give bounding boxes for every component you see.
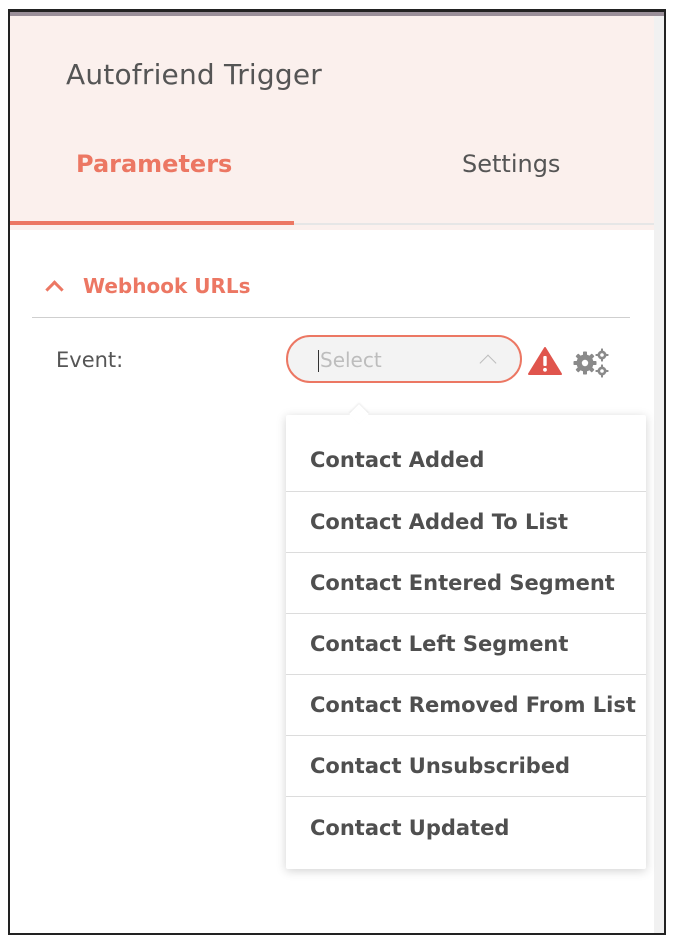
- event-select[interactable]: Select: [286, 335, 522, 383]
- event-dropdown-menu: Contact Added Contact Added To List Cont…: [286, 415, 646, 869]
- panel-header: Autofriend Trigger Parameters Settings: [10, 16, 654, 230]
- option-contact-removed-from-list[interactable]: Contact Removed From List: [286, 675, 646, 736]
- event-label: Event:: [56, 348, 124, 372]
- event-select-placeholder: Select: [320, 348, 382, 372]
- tab-parameters[interactable]: Parameters: [76, 150, 232, 178]
- option-contact-updated[interactable]: Contact Updated: [286, 797, 646, 869]
- warning-icon: [528, 347, 562, 375]
- scrollbar-track[interactable]: [654, 16, 664, 933]
- option-contact-left-segment[interactable]: Contact Left Segment: [286, 614, 646, 675]
- node-panel: Autofriend Trigger Parameters Settings W…: [8, 9, 666, 935]
- tab-settings[interactable]: Settings: [462, 150, 560, 178]
- chevron-up-icon: [479, 354, 497, 372]
- option-contact-entered-segment[interactable]: Contact Entered Segment: [286, 553, 646, 614]
- option-contact-unsubscribed[interactable]: Contact Unsubscribed: [286, 736, 646, 797]
- option-contact-added-to-list[interactable]: Contact Added To List: [286, 492, 646, 553]
- section-label: Webhook URLs: [83, 274, 251, 298]
- chevron-up-icon: [45, 279, 64, 299]
- section-divider: [32, 317, 630, 318]
- webhook-urls-section-toggle[interactable]: Webhook URLs: [45, 274, 251, 299]
- panel-title: Autofriend Trigger: [66, 58, 322, 91]
- tab-divider: [294, 223, 654, 225]
- text-cursor: [318, 350, 319, 372]
- gears-icon[interactable]: [571, 346, 611, 378]
- option-contact-added[interactable]: Contact Added: [286, 415, 646, 492]
- active-tab-indicator: [10, 221, 294, 225]
